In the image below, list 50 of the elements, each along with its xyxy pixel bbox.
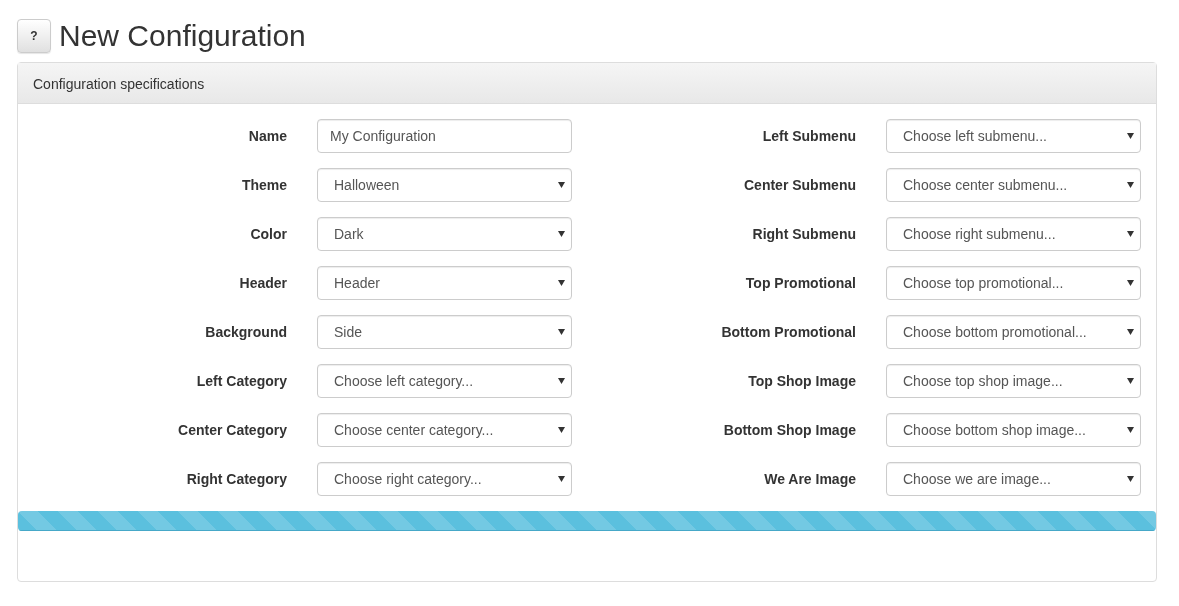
caret-icon <box>1127 378 1134 384</box>
field-label: Name <box>247 126 287 146</box>
select-field[interactable]: Choose right category... <box>317 462 572 496</box>
select-field[interactable]: Choose bottom shop image... <box>886 413 1141 447</box>
caret-icon <box>558 231 565 237</box>
caret-icon <box>558 476 565 482</box>
field-label: Theme <box>240 175 287 195</box>
caret-icon <box>1127 427 1134 433</box>
select-field[interactable]: Choose left category... <box>317 364 572 398</box>
caret-icon <box>1127 182 1134 188</box>
select-field[interactable]: Side <box>317 315 572 349</box>
field-label: Right Category <box>185 469 287 489</box>
select-field[interactable]: Choose left submenu... <box>886 119 1141 153</box>
caret-icon <box>558 378 565 384</box>
help-button[interactable]: ? <box>17 19 51 53</box>
select-field[interactable]: Choose center category... <box>317 413 572 447</box>
caret-icon <box>1127 329 1134 335</box>
field-label: Left Submenu <box>761 126 856 146</box>
caret-icon <box>1127 476 1134 482</box>
field-label: We Are Image <box>763 469 856 489</box>
select-field[interactable]: Choose we are image... <box>886 462 1141 496</box>
caret-icon <box>558 427 565 433</box>
field-label: Center Submenu <box>743 175 856 195</box>
field-label: Top Shop Image <box>747 371 856 391</box>
field-label: Center Category <box>177 420 287 440</box>
caret-icon <box>558 182 565 188</box>
select-field[interactable]: Halloween <box>317 168 572 202</box>
text-input[interactable]: My Configuration <box>317 119 572 153</box>
select-field[interactable]: Choose right submenu... <box>886 217 1141 251</box>
field-label: Header <box>238 273 287 293</box>
page-title: New Configuration <box>59 21 306 51</box>
select-field[interactable]: Dark <box>317 217 572 251</box>
field-label: Color <box>249 224 287 244</box>
caret-icon <box>1127 133 1134 139</box>
field-label: Bottom Shop Image <box>722 420 856 440</box>
select-field[interactable]: Choose center submenu... <box>886 168 1141 202</box>
field-label: Bottom Promotional <box>720 322 856 342</box>
select-field[interactable]: Header <box>317 266 572 300</box>
select-field[interactable]: Choose top promotional... <box>886 266 1141 300</box>
panel-header: Configuration specifications <box>18 63 1156 104</box>
caret-icon <box>1127 231 1134 237</box>
field-label: Background <box>204 322 287 342</box>
select-field[interactable]: Choose bottom promotional... <box>886 315 1141 349</box>
select-field[interactable]: Choose top shop image... <box>886 364 1141 398</box>
field-label: Left Category <box>195 371 287 391</box>
caret-icon <box>1127 280 1134 286</box>
field-label: Right Submenu <box>751 224 856 244</box>
caret-icon <box>558 280 565 286</box>
field-label: Top Promotional <box>744 273 856 293</box>
caret-icon <box>558 329 565 335</box>
